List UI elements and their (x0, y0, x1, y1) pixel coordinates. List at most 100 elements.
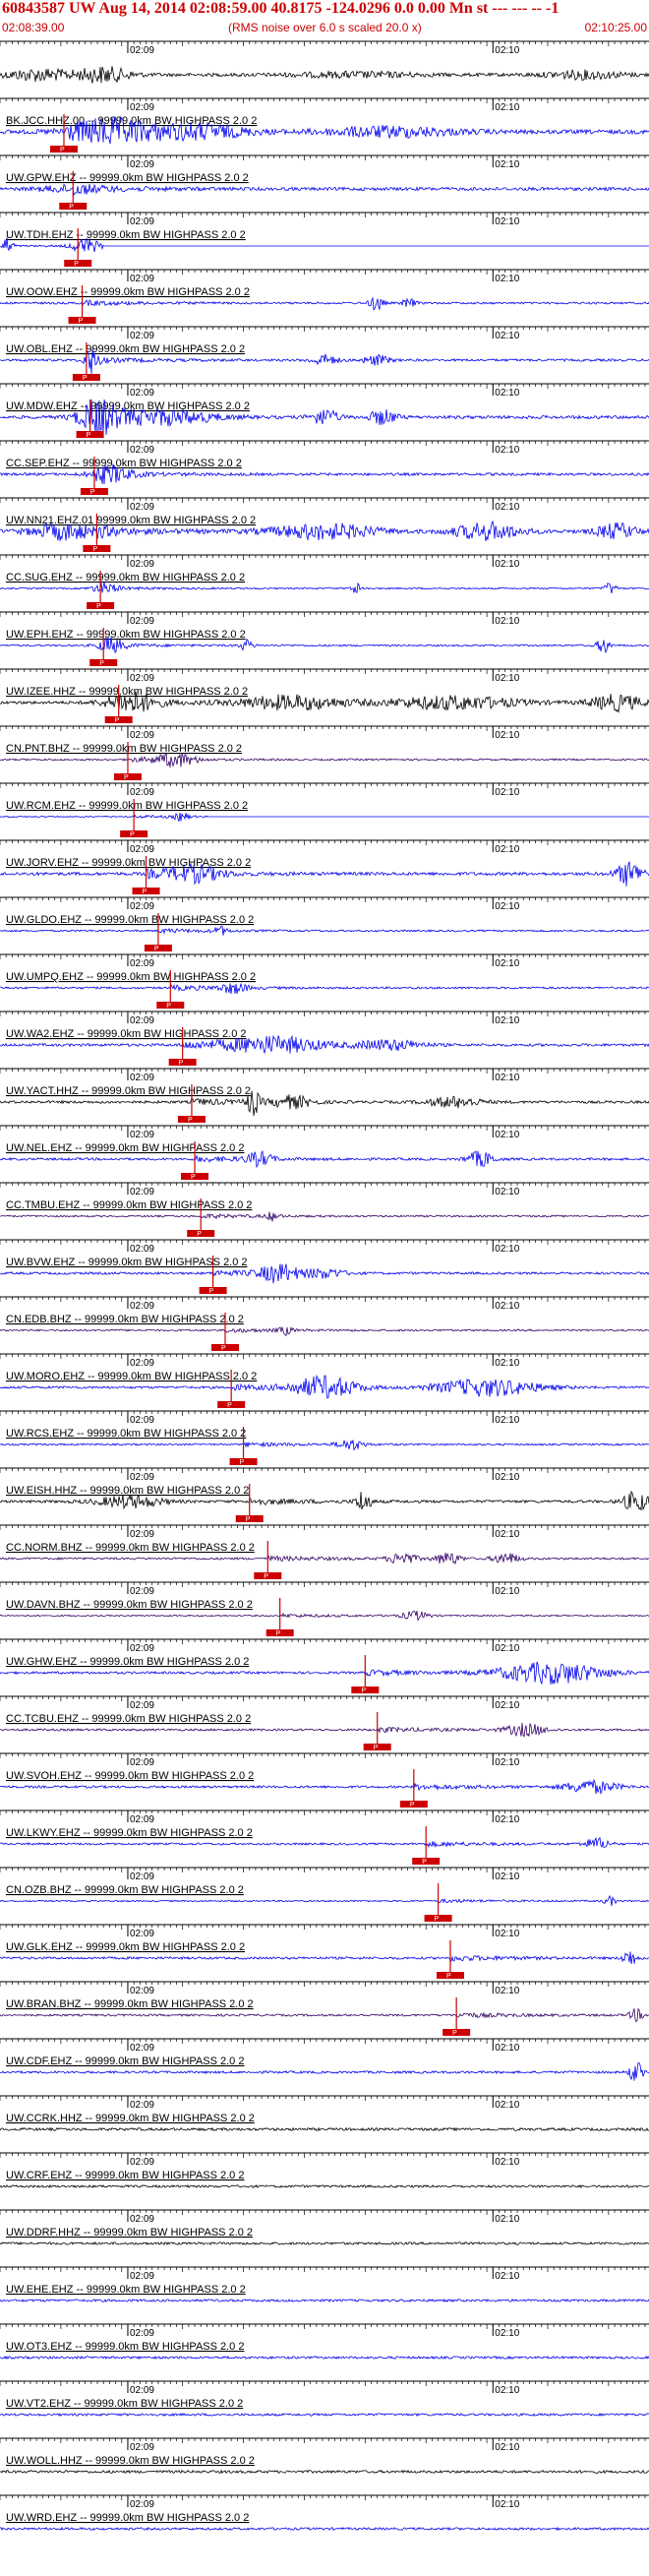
trace-label: CC.SEP.EHZ -- 99999.0km BW HIGHPASS 2.0 … (6, 458, 242, 469)
pick-label: P (124, 774, 129, 781)
tick-label: 02:10 (495, 1244, 519, 1255)
trace-label: UW.IZEE.HHZ -- 99999.0km BW HIGHPASS 2.0… (6, 686, 248, 698)
tick-label: 02:10 (495, 445, 519, 456)
pick-label: P (264, 1573, 268, 1580)
tick-label: 02:10 (495, 2385, 519, 2396)
waveform (0, 183, 649, 197)
tick-label: 02:10 (495, 901, 519, 912)
waveform (0, 2240, 649, 2245)
tick-label: 02:10 (495, 1472, 519, 1483)
trace-label: UW.RCM.EHZ -- 99999.0km BW HIGHPASS 2.0 … (6, 800, 248, 812)
waveform (0, 2126, 649, 2132)
waveform (0, 983, 649, 995)
waveform (0, 1440, 649, 1451)
tick-label: 02:09 (130, 445, 154, 456)
trace-label: UW.YACT.HHZ -- 99999.0km BW HIGHPASS 2.0… (6, 1085, 251, 1097)
trace-label: UW.TDH.EHZ -- 99999.0km BW HIGHPASS 2.0 … (6, 229, 246, 241)
tick-label: 02:10 (495, 1073, 519, 1083)
tick-label: 02:10 (495, 1871, 519, 1882)
tick-label: 02:10 (495, 2157, 519, 2168)
tick-label: 02:10 (495, 1586, 519, 1597)
tick-label: 02:09 (130, 1814, 154, 1825)
pick-label: P (96, 603, 101, 610)
pick-label: P (197, 1231, 202, 1238)
tick-label: 02:10 (495, 2328, 519, 2339)
tick-label: 02:10 (495, 102, 519, 113)
trace-label: UW.GLDO.EHZ -- 99999.0km BW HIGHPASS 2.0… (6, 914, 254, 926)
tick-label: 02:09 (130, 1643, 154, 1654)
trace-label: CN.OZB.BHZ -- 99999.0km BW HIGHPASS 2.0 … (6, 1884, 244, 1896)
tick-label: 02:09 (130, 844, 154, 855)
tick-label: 02:10 (495, 616, 519, 627)
tick-label: 02:10 (495, 2214, 519, 2225)
pick-label: P (452, 2030, 457, 2037)
tick-label: 02:10 (495, 388, 519, 399)
trace-label: UW.OOW.EHZ -- 99999.0km BW HIGHPASS 2.0 … (6, 286, 250, 298)
waveform (0, 1610, 649, 1622)
pick-label: P (99, 660, 104, 667)
tick-label: 02:09 (130, 2043, 154, 2054)
tick-label: 02:09 (130, 1986, 154, 1996)
trace-label: UW.GHW.EHZ -- 99999.0km BW HIGHPASS 2.0 … (6, 1656, 249, 1668)
pick-label: P (60, 147, 65, 153)
tick-label: 02:09 (130, 1301, 154, 1312)
waveform (0, 2355, 649, 2361)
tick-label: 02:10 (495, 787, 519, 798)
waveform (0, 2007, 649, 2023)
tick-label: 02:10 (495, 1814, 519, 1825)
waveform (0, 925, 649, 936)
tick-label: 02:10 (495, 502, 519, 513)
tick-label: 02:10 (495, 730, 519, 741)
pick-label: P (374, 1745, 379, 1751)
pick-label: P (188, 1117, 193, 1124)
waveform (0, 1552, 649, 1565)
pick-label: P (361, 1687, 366, 1694)
tick-label: 02:09 (130, 159, 154, 170)
trace-label: UW.SVOH.EHZ -- 99999.0km BW HIGHPASS 2.0… (6, 1770, 254, 1782)
tick-label: 02:09 (130, 1871, 154, 1882)
tick-label: 02:10 (495, 1929, 519, 1939)
tick-label: 02:09 (130, 1187, 154, 1197)
tick-label: 02:10 (495, 1358, 519, 1369)
pick-label: P (276, 1630, 281, 1637)
pick-label: P (446, 1973, 451, 1980)
tick-label: 02:10 (495, 844, 519, 855)
event-title: 60843587 UW Aug 14, 2014 02:08:59.00 40.… (2, 0, 560, 17)
tick-label: 02:10 (495, 1015, 519, 1026)
trace-label: UW.MDW.EHZ -- 99999.0km BW HIGHPASS 2.0 … (6, 400, 250, 412)
trace-label: UW.EPH.EHZ -- 99999.0km BW HIGHPASS 2.0 … (6, 629, 246, 641)
pick-label: P (130, 831, 135, 838)
trace-label: UW.OBL.EHZ -- 99999.0km BW HIGHPASS 2.0 … (6, 343, 245, 355)
trace-label: UW.DAVN.BHZ -- 99999.0km BW HIGHPASS 2.0… (6, 1599, 253, 1611)
trace-label: CC.SUG.EHZ -- 99999.0km BW HIGHPASS 2.0 … (6, 572, 245, 583)
tick-label: 02:09 (130, 1586, 154, 1597)
tick-label: 02:09 (130, 616, 154, 627)
waveform (0, 1951, 649, 1965)
tick-label: 02:09 (130, 1415, 154, 1426)
tick-label: 02:09 (130, 1244, 154, 1255)
tick-label: 02:09 (130, 901, 154, 912)
trace-label: UW.OT3.EHZ -- 99999.0km BW HIGHPASS 2.0 … (6, 2341, 244, 2353)
pick-label: P (191, 1174, 196, 1181)
end-time-label: 02:10:25.00 (584, 21, 647, 34)
tick-label: 02:09 (130, 1929, 154, 1939)
tick-label: 02:09 (130, 1130, 154, 1140)
trace-label: CC.TMBU.EHZ -- 99999.0km BW HIGHPASS 2.0… (6, 1199, 252, 1211)
trace-label: UW.GPW.EHZ -- 99999.0km BW HIGHPASS 2.0 … (6, 172, 249, 184)
tick-label: 02:09 (130, 2100, 154, 2111)
pick-label: P (227, 1402, 232, 1409)
tick-label: 02:10 (495, 1415, 519, 1426)
tick-label: 02:09 (130, 1757, 154, 1768)
tick-label: 02:09 (130, 1358, 154, 1369)
waveform (0, 582, 649, 593)
tick-label: 02:10 (495, 1700, 519, 1711)
pick-label: P (74, 261, 79, 268)
tick-label: 02:10 (495, 673, 519, 684)
tick-label: 02:10 (495, 274, 519, 284)
waveform (0, 752, 649, 768)
waveform (0, 2412, 649, 2418)
waveform (0, 1778, 649, 1796)
trace-label: UW.EHE.EHZ -- 99999.0km BW HIGHPASS 2.0 … (6, 2284, 246, 2296)
tick-label: 02:09 (130, 2214, 154, 2225)
tick-label: 02:09 (130, 1015, 154, 1026)
